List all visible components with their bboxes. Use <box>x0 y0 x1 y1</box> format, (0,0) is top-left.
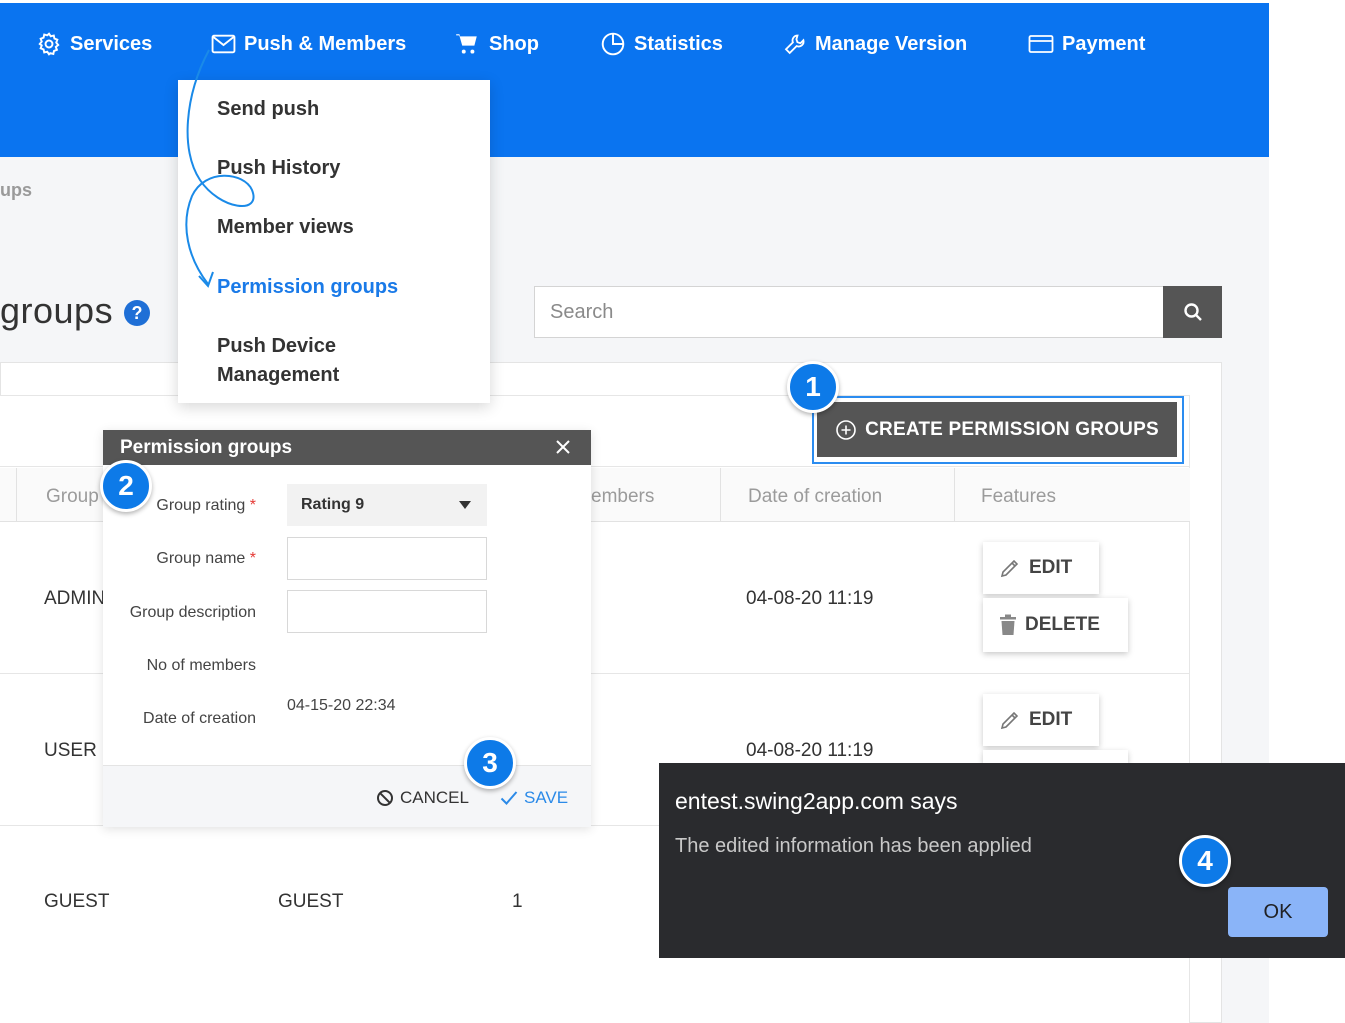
creation-date-label: Date of creation <box>143 710 256 727</box>
column-header-group[interactable]: Group <box>46 486 99 508</box>
nav-services[interactable]: Services <box>36 29 152 59</box>
column-header-date[interactable]: Date of creation <box>748 486 882 508</box>
trash-icon <box>1000 614 1016 635</box>
alert-ok-button[interactable]: OK <box>1228 887 1328 937</box>
step-marker-2: 2 <box>100 460 152 512</box>
credit-card-icon <box>1028 35 1054 53</box>
nav-shop[interactable]: Shop <box>453 29 539 59</box>
step-marker-4: 4 <box>1179 835 1231 887</box>
nav-manage-version[interactable]: Manage Version <box>783 29 967 59</box>
nav-payment[interactable]: Payment <box>1028 29 1145 59</box>
delete-label: DELETE <box>1025 614 1100 635</box>
cart-icon <box>456 34 477 54</box>
menu-item-member-views[interactable]: Member views <box>217 213 354 242</box>
menu-item-push-history[interactable]: Push History <box>217 154 340 183</box>
page-title: groups <box>0 290 114 331</box>
group-rating-label: Group rating * <box>156 497 256 515</box>
search-input[interactable] <box>534 286 1164 338</box>
delete-button[interactable] <box>983 750 1128 764</box>
check-icon <box>500 791 518 805</box>
members-count-label: No of members <box>146 657 256 674</box>
nav-manage-version-label: Manage Version <box>815 32 968 55</box>
group-description-label: Group description <box>129 604 256 621</box>
ban-icon <box>377 790 393 806</box>
save-button[interactable]: SAVE <box>500 788 568 808</box>
push-members-dropdown: Send push Push History Member views Perm… <box>178 80 490 403</box>
nav-push-members-label: Push & Members <box>244 32 407 55</box>
cancel-label: CANCEL <box>400 788 469 807</box>
nav-payment-label: Payment <box>1062 32 1146 55</box>
nav-push-members[interactable]: Push & Members <box>211 29 406 59</box>
pencil-icon <box>1000 559 1019 578</box>
group-description-input[interactable] <box>287 590 487 633</box>
nav-shop-label: Shop <box>489 32 539 55</box>
row-user-date: 04-08-20 11:19 <box>746 740 874 761</box>
pie-chart-icon <box>601 32 625 56</box>
step-marker-1: 1 <box>787 361 839 413</box>
close-icon[interactable] <box>553 437 573 457</box>
column-divider <box>954 468 955 522</box>
create-permission-groups-button[interactable]: CREATE PERMISSION GROUPS <box>817 402 1177 457</box>
alert-origin: entest.swing2app.com says <box>675 788 958 814</box>
column-header-features: Features <box>981 486 1056 507</box>
pencil-icon <box>1000 711 1019 730</box>
breadcrumb[interactable]: ups <box>0 180 32 201</box>
row-admin-group: ADMIN <box>44 588 106 609</box>
plus-circle-icon <box>836 419 856 440</box>
dialog-title: Permission groups <box>120 436 293 458</box>
group-rating-select[interactable]: Rating 9 <box>287 484 487 526</box>
menu-item-permission-groups[interactable]: Permission groups <box>217 273 398 302</box>
browser-alert-dialog: entest.swing2app.com says The edited inf… <box>659 763 1345 958</box>
column-divider <box>720 468 721 522</box>
required-mark: * <box>249 550 256 567</box>
help-icon[interactable]: ? <box>124 300 150 326</box>
group-rating-label-text: Group rating <box>156 497 246 514</box>
dialog-header: Permission groups <box>103 430 591 465</box>
nav-statistics[interactable]: Statistics <box>600 29 723 59</box>
cancel-button[interactable]: CANCEL <box>376 788 469 808</box>
envelope-icon <box>211 34 236 54</box>
row-guest-members: 1 <box>512 891 523 912</box>
group-name-label: Group name * <box>156 550 256 568</box>
column-header-members[interactable]: embers <box>591 486 654 508</box>
delete-button[interactable]: DELETE <box>983 598 1128 652</box>
column-divider <box>16 468 17 522</box>
wrench-icon <box>784 34 805 55</box>
menu-item-send-push[interactable]: Send push <box>217 95 319 124</box>
row-guest-name: GUEST <box>278 891 344 912</box>
save-label: SAVE <box>524 788 569 807</box>
alert-message: The edited information has been applied <box>675 835 1032 857</box>
gear-icon <box>38 32 60 56</box>
group-rating-value: Rating 9 <box>301 496 365 513</box>
search-icon <box>1183 303 1202 321</box>
edit-label: EDIT <box>1029 709 1073 730</box>
edit-button[interactable]: EDIT <box>983 542 1099 594</box>
creation-date-value: 04-15-20 22:34 <box>287 697 396 714</box>
group-name-label-text: Group name <box>156 550 246 567</box>
search-button[interactable] <box>1163 286 1222 338</box>
edit-button[interactable]: EDIT <box>983 694 1099 746</box>
row-user-group: USER <box>44 740 97 761</box>
row-admin-date: 04-08-20 11:19 <box>746 588 874 609</box>
menu-item-management[interactable]: Management <box>217 361 339 390</box>
caret-down-icon <box>459 501 471 509</box>
edit-label: EDIT <box>1029 557 1073 578</box>
menu-item-push-device[interactable]: Push Device <box>217 332 336 361</box>
nav-statistics-label: Statistics <box>634 32 723 55</box>
group-name-input[interactable] <box>287 537 487 580</box>
permission-groups-dialog: Permission groups Group rating * Rating … <box>103 430 591 827</box>
create-button-label: CREATE PERMISSION GROUPS <box>865 418 1159 440</box>
required-mark: * <box>249 497 256 514</box>
row-guest-group: GUEST <box>44 891 110 912</box>
step-marker-3: 3 <box>464 737 516 789</box>
nav-services-label: Services <box>70 32 153 55</box>
